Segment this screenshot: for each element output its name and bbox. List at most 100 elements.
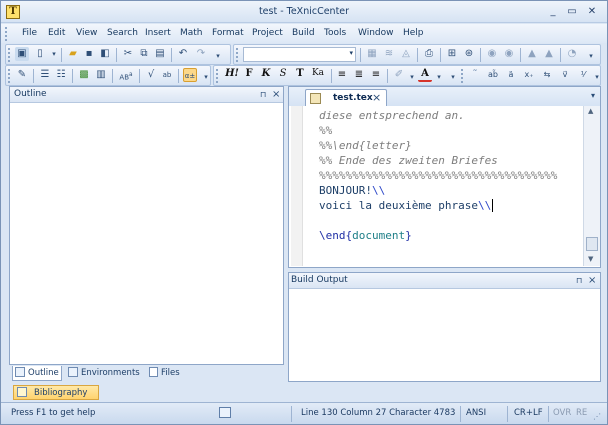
build-output-panel: Build Output ⊓ × [288,272,601,382]
close-panel-icon[interactable]: × [588,275,596,286]
new-project-icon[interactable]: ▣ [15,47,29,61]
smallcaps-button[interactable]: Ka [309,68,327,82]
chevron-down-icon[interactable]: ▾ [405,70,419,84]
toolbar-grip-icon[interactable] [236,48,239,62]
insert-figure-icon[interactable]: ▩ [77,68,91,82]
toolbar-grip-icon[interactable] [216,69,219,83]
emphasis-button[interactable]: H! [224,68,240,82]
fraction-icon[interactable]: ⅟ [576,68,590,82]
align-left-icon[interactable]: ≡ [335,68,349,82]
status-bar: Press F1 to get help Line 130 Column 27 … [1,402,607,424]
pin-icon[interactable]: ⊓ [260,90,266,99]
toolbar-overflow-icon[interactable]: ▾ [211,49,225,63]
highlight-icon[interactable]: ✐ [392,68,406,82]
build-view-icon[interactable]: ≋ [382,47,396,61]
accent-ab-icon[interactable]: ab̃ [486,68,500,82]
menu-search[interactable]: Search [107,28,138,38]
build-icon[interactable]: ▦ [365,47,379,61]
paste-icon[interactable]: ▤ [153,47,167,61]
menu-grip-icon[interactable] [5,27,8,41]
editor-area[interactable]: diese entsprechend an.%% %%\end{letter}%%… [288,106,601,268]
insert-table-icon[interactable]: ▥ [94,68,108,82]
close-icon[interactable]: ✕ [584,5,600,19]
output-profile-select[interactable]: ▾ [243,47,356,62]
tab-outline[interactable]: Outline [12,366,62,381]
insert-formula-icon[interactable]: √ [144,68,158,82]
accent-dots-icon[interactable]: ä [504,68,518,82]
font-color-button[interactable]: A [418,68,432,82]
tab-test-tex[interactable]: test.tex × [305,89,387,107]
pin-icon[interactable]: ⊓ [576,276,582,285]
menu-window[interactable]: Window [358,28,394,38]
cut-icon[interactable]: ✂ [121,47,135,61]
close-tab-icon[interactable]: × [372,91,381,104]
scroll-up-icon[interactable]: ▲ [588,107,593,115]
find-in-files-icon[interactable]: ⊛ [462,47,476,61]
toolbar-grip-icon[interactable] [8,48,11,62]
minimize-icon[interactable]: _ [545,5,561,19]
align-right-icon[interactable]: ≡ [369,68,383,82]
superscript-icon[interactable]: ABa [117,68,135,82]
menu-help[interactable]: Help [403,28,424,38]
toolbar-overflow-icon[interactable]: ▾ [584,49,598,63]
menu-math[interactable]: Math [180,28,203,38]
accent-tilde-icon[interactable]: ˜ [468,68,482,82]
subscript-icon[interactable]: x₊ [522,68,536,82]
next-warning-icon[interactable]: ▲ [542,47,556,61]
toolbar-overflow-icon[interactable]: ▾ [446,70,460,84]
previous-warning-icon[interactable]: ▲ [525,47,539,61]
menu-file[interactable]: File [22,28,37,38]
view-output-icon[interactable]: ⎙ [422,47,436,61]
maximize-icon[interactable]: ▭ [564,5,580,19]
toolbar-overflow-icon[interactable]: ▾ [199,70,213,84]
arrows-icon[interactable]: ⇆ [540,68,554,82]
bold-button[interactable]: F [242,68,256,82]
redo-icon[interactable]: ↷ [194,47,208,61]
menu-tools[interactable]: Tools [324,28,346,38]
find-icon[interactable]: ⊞ [445,47,459,61]
menu-format[interactable]: Format [212,28,244,38]
copy-icon[interactable]: ⧉ [137,47,151,61]
toolbar-overflow-icon[interactable]: ▾ [590,70,604,84]
resize-grip-icon[interactable]: ⋰ [593,412,601,421]
slanted-button[interactable]: S [276,68,290,82]
toolbar-grip-icon[interactable] [461,69,464,83]
italic-button[interactable]: K [259,68,273,82]
tab-files-label: Files [161,368,180,378]
menu-project[interactable]: Project [252,28,283,38]
scroll-down-icon[interactable]: ▼ [588,255,593,263]
save-icon[interactable]: ▪ [82,47,96,61]
vector-icon[interactable]: v⃗ [558,68,572,82]
menu-edit[interactable]: Edit [48,28,65,38]
menu-build[interactable]: Build [292,28,315,38]
bibliography-tab[interactable]: Bibliography [13,385,99,400]
itemize-icon[interactable]: ☰ [38,68,52,82]
scroll-thumb[interactable] [586,237,598,251]
chevron-down-icon[interactable]: ▾ [432,70,446,84]
menu-insert[interactable]: Insert [145,28,171,38]
align-center-icon[interactable]: ≣ [352,68,366,82]
math-mode-icon[interactable]: α± [183,68,197,82]
open-folder-icon[interactable]: ▰ [66,47,80,61]
chevron-down-icon[interactable]: ▾ [349,49,353,57]
chevron-down-icon[interactable]: ▾ [47,47,61,61]
previous-error-icon[interactable]: ◉ [485,47,499,61]
tab-list-icon[interactable]: ▾ [591,91,595,100]
insert-array-icon[interactable]: ab [160,68,174,82]
insert-reference-icon[interactable]: ✎ [15,68,29,82]
tab-environments[interactable]: Environments [66,366,146,381]
typewriter-button[interactable]: T [293,68,307,82]
menu-view[interactable]: View [76,28,97,38]
next-error-icon[interactable]: ◉ [502,47,516,61]
undo-icon[interactable]: ↶ [176,47,190,61]
help-context-icon[interactable]: ◔ [565,47,579,61]
tab-files[interactable]: Files [147,366,187,381]
enumerate-icon[interactable]: ☷ [54,68,68,82]
toolbar-grip-icon[interactable] [8,69,11,83]
code-text[interactable]: diese entsprechend an.%% %%\end{letter}%%… [319,108,581,264]
stop-build-icon[interactable]: ◬ [399,47,413,61]
save-all-icon[interactable]: ◧ [98,47,112,61]
editor-scrollbar[interactable]: ▲ ▼ [583,106,600,266]
close-panel-icon[interactable]: × [272,89,280,100]
new-file-icon[interactable]: ▯ [33,47,47,61]
